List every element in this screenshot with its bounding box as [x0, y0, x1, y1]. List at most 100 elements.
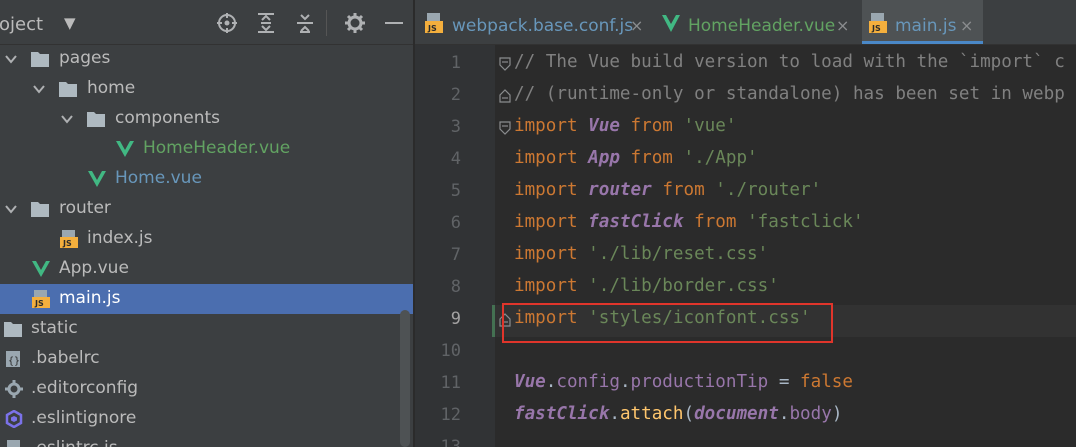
- code-line-5[interactable]: import router from './router': [514, 180, 821, 200]
- close-icon[interactable]: ×: [960, 16, 973, 35]
- line-number: 7: [450, 245, 461, 265]
- tree-item-homeheader-vue[interactable]: HomeHeader.vue: [0, 134, 413, 164]
- minimize-icon[interactable]: [383, 12, 405, 34]
- js-file-icon: JS: [425, 13, 443, 33]
- code-line-3[interactable]: import Vue from 'vue': [514, 116, 736, 136]
- close-icon[interactable]: ×: [836, 16, 849, 35]
- tree-item-static[interactable]: static: [0, 314, 413, 344]
- tree-item-label: .editorconfig: [31, 378, 139, 398]
- code-line-6[interactable]: import fastClick from 'fastclick': [514, 212, 864, 232]
- identifier: Vue: [514, 372, 546, 392]
- collapse-all-icon[interactable]: [294, 12, 316, 34]
- folder-icon: [4, 322, 22, 337]
- annotation-highlight-box: [502, 303, 833, 343]
- identifier: fastClick: [514, 404, 610, 424]
- punctuation: ): [831, 404, 843, 424]
- keyword: import: [514, 212, 578, 232]
- code-editor[interactable]: 1 2 3 4 5 6 7 8 9 10 11 12 13 // The Vue…: [415, 45, 1076, 447]
- code-line-11[interactable]: Vue.config.productionTip = false: [514, 372, 853, 392]
- tree-item-eslintignore[interactable]: .eslintignore: [0, 404, 413, 434]
- tree-item-label: index.js: [87, 228, 153, 248]
- tree-item-main-js[interactable]: JS main.js: [0, 284, 413, 314]
- fold-icon[interactable]: [499, 121, 511, 135]
- punctuation: .: [778, 404, 790, 424]
- string-literal: 'fastclick': [747, 212, 864, 232]
- svg-text:JS: JS: [427, 24, 437, 33]
- tree-item-router[interactable]: router: [0, 194, 413, 224]
- svg-text:JS: JS: [871, 24, 881, 33]
- folder-icon: [87, 112, 105, 127]
- svg-text:{}: {}: [8, 356, 20, 367]
- identifier: fastClick: [588, 212, 684, 232]
- fold-end-icon[interactable]: [499, 89, 511, 103]
- tree-item-pages[interactable]: pages: [0, 44, 413, 74]
- tree-item-app-vue[interactable]: App.vue: [0, 254, 413, 284]
- punctuation: .: [619, 372, 631, 392]
- gear-icon[interactable]: [344, 12, 366, 34]
- chevron-down-icon[interactable]: [32, 82, 46, 96]
- tree-item-index-js[interactable]: JS index.js: [0, 224, 413, 254]
- line-number: 13: [440, 437, 461, 447]
- tree-item-label: Home.vue: [115, 168, 202, 188]
- property: config: [556, 372, 620, 392]
- tree-item-eslintrc-js[interactable]: .eslintrc.js: [0, 434, 413, 447]
- js-file-icon: JS: [869, 13, 887, 33]
- tab-label: main.js: [895, 16, 957, 36]
- code-line-12[interactable]: fastClick.attach(document.body): [514, 404, 842, 424]
- line-number: 3: [450, 117, 461, 137]
- folder-icon: [31, 202, 49, 217]
- project-panel: roject ▼ pages home: [0, 0, 413, 447]
- line-number: 4: [450, 149, 461, 169]
- line-number: 8: [450, 277, 461, 297]
- line-number-gutter[interactable]: 1 2 3 4 5 6 7 8 9 10 11 12 13: [415, 45, 495, 447]
- identifier: router: [588, 180, 652, 200]
- tab-webpack-base-conf-js[interactable]: JS webpack.base.conf.js ×: [415, 0, 653, 44]
- js-file-icon: [7, 440, 20, 447]
- chevron-down-icon[interactable]: [4, 52, 18, 66]
- chevron-down-icon[interactable]: [4, 202, 18, 216]
- string-literal: './router': [715, 180, 822, 200]
- project-scrollbar[interactable]: [400, 310, 410, 447]
- chevron-down-icon[interactable]: [60, 112, 74, 126]
- line-number: 6: [450, 213, 461, 233]
- keyword: import: [514, 116, 578, 136]
- tree-item-home-vue[interactable]: Home.vue: [0, 164, 413, 194]
- code-line-2[interactable]: // (runtime-only or standalone) has been…: [514, 84, 1065, 104]
- tab-homeheader-vue[interactable]: HomeHeader.vue ×: [655, 0, 860, 44]
- code-line-1[interactable]: // The Vue build version to load with th…: [514, 52, 1065, 72]
- identifier: Vue: [588, 116, 620, 136]
- project-panel-title[interactable]: roject: [0, 14, 43, 35]
- chevron-down-icon[interactable]: ▼: [64, 14, 76, 32]
- close-icon[interactable]: ×: [630, 16, 643, 35]
- tree-item-components[interactable]: components: [0, 104, 413, 134]
- property: body: [789, 404, 832, 424]
- js-file-icon: JS: [60, 230, 78, 248]
- identifier: App: [588, 148, 620, 168]
- config-file-icon: {}: [6, 351, 20, 367]
- string-literal: './lib/reset.css': [588, 244, 769, 264]
- project-panel-header: roject ▼: [0, 0, 413, 45]
- vcs-change-marker[interactable]: [492, 305, 495, 337]
- tree-item-home[interactable]: home: [0, 74, 413, 104]
- js-file-icon: JS: [32, 290, 50, 308]
- tree-item-babelrc[interactable]: {} .babelrc: [0, 344, 413, 374]
- keyword: from: [662, 180, 705, 200]
- tab-label: webpack.base.conf.js: [452, 16, 634, 36]
- tree-item-label: .eslintrc.js: [31, 438, 118, 447]
- active-tab-indicator: [862, 41, 983, 44]
- line-number: 5: [450, 181, 461, 201]
- keyword: from: [694, 212, 737, 232]
- code-line-7[interactable]: import './lib/reset.css': [514, 244, 768, 264]
- tree-item-label: router: [59, 198, 111, 218]
- folder-icon: [31, 52, 49, 67]
- method-name: attach: [619, 404, 684, 424]
- expand-all-icon[interactable]: [255, 12, 277, 34]
- vue-file-icon: [116, 141, 134, 157]
- crosshair-icon[interactable]: [216, 12, 238, 34]
- fold-icon[interactable]: [499, 57, 511, 71]
- code-line-8[interactable]: import './lib/border.css': [514, 276, 779, 296]
- tab-main-js[interactable]: JS main.js ×: [862, 0, 983, 44]
- code-line-4[interactable]: import App from './App': [514, 148, 758, 168]
- tree-item-editorconfig[interactable]: .editorconfig: [0, 374, 413, 404]
- keyword: false: [800, 372, 853, 392]
